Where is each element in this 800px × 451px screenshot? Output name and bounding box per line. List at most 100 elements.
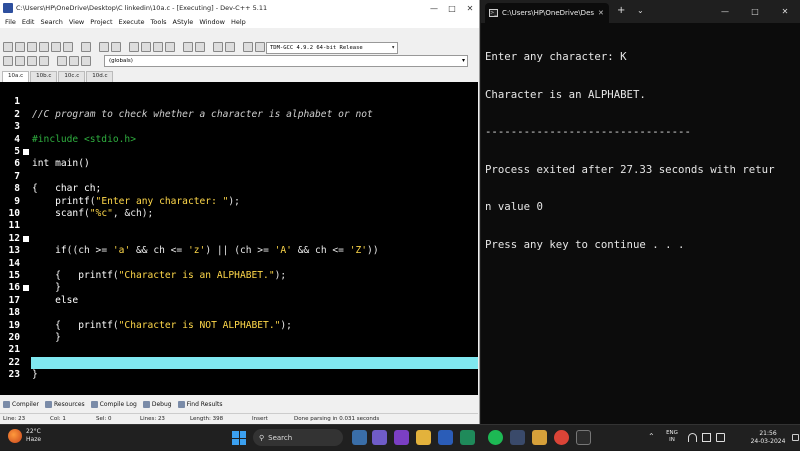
code-line: 22 } <box>0 344 478 380</box>
fold-marker-icon[interactable] <box>23 285 29 292</box>
scope-select[interactable]: (globals) ▾ <box>104 55 468 67</box>
code-editor[interactable]: 1 //C program to check whether a charact… <box>0 82 478 395</box>
weather-icon <box>8 429 22 443</box>
battery-icon[interactable] <box>716 433 725 442</box>
menu-project[interactable]: Project <box>87 18 115 26</box>
weather-temp: 22°C <box>26 428 41 435</box>
chevron-down-icon: ▾ <box>461 57 465 64</box>
profile-icon[interactable] <box>81 56 91 66</box>
run-icon[interactable] <box>15 56 25 66</box>
rebuild-icon[interactable] <box>39 56 49 66</box>
close-all-icon[interactable] <box>63 42 73 52</box>
tab-compiler[interactable]: Compiler <box>3 401 39 408</box>
indent-icon[interactable] <box>183 42 193 52</box>
stop-icon[interactable] <box>69 56 79 66</box>
close-icon[interactable]: ✕ <box>770 0 800 23</box>
compiler-select-value: TDM-GCC 4.9.2 64-bit Release <box>270 45 363 51</box>
compiler-select[interactable]: TDM-GCC 4.9.2 64-bit Release ▾ <box>266 42 398 54</box>
tab-resources[interactable]: Resources <box>45 401 85 408</box>
wifi-icon[interactable] <box>688 433 697 442</box>
devcpp-taskbar-icon[interactable] <box>510 430 525 445</box>
app-icon[interactable] <box>372 430 387 445</box>
close-icon[interactable]: ✕ <box>598 9 604 17</box>
menu-view[interactable]: View <box>66 18 87 26</box>
minimize-icon[interactable]: — <box>425 0 443 16</box>
code-line: 21 return 0; <box>0 332 478 367</box>
weather-widget[interactable]: 22°C Haze <box>8 428 41 444</box>
chevron-up-icon[interactable]: ⌃ <box>648 432 655 441</box>
menu-search[interactable]: Search <box>37 18 65 26</box>
word-icon[interactable] <box>438 430 453 445</box>
compile-icon[interactable] <box>3 56 13 66</box>
new-file-icon[interactable] <box>3 42 13 52</box>
console-line: Press any key to continue . . . <box>485 237 685 251</box>
unindent-icon[interactable] <box>195 42 205 52</box>
chevron-down-icon[interactable]: ⌄ <box>637 6 644 15</box>
compile-toolbar: TDM-GCC 4.9.2 64-bit Release ▾ (globals)… <box>0 42 479 68</box>
fold-marker-icon[interactable] <box>23 149 29 155</box>
redo-icon[interactable] <box>111 42 121 52</box>
maximize-icon[interactable]: □ <box>443 0 461 16</box>
save-all-icon[interactable] <box>39 42 49 52</box>
tab-find-results[interactable]: Find Results <box>177 401 222 408</box>
folder-icon[interactable] <box>532 430 547 445</box>
menu-astyle[interactable]: AStyle <box>170 18 197 26</box>
spotify-icon[interactable] <box>488 430 503 445</box>
plus-icon[interactable]: + <box>617 5 625 16</box>
toggle-bookmark-icon[interactable] <box>213 42 223 52</box>
save-icon[interactable] <box>27 42 37 52</box>
console-line: -------------------------------- <box>485 125 691 138</box>
find-next-icon[interactable] <box>153 42 163 52</box>
compile-run-icon[interactable] <box>27 56 37 66</box>
replace-icon[interactable] <box>141 42 151 52</box>
console-titlebar[interactable]: >_ C:\Users\HP\OneDrive\Deskto ✕ + ⌄ — □… <box>481 0 800 23</box>
speaker-icon[interactable] <box>702 433 711 442</box>
tab-10c[interactable]: 10c.c <box>58 71 86 82</box>
class-browser-icon[interactable] <box>243 42 253 52</box>
project-icon[interactable] <box>255 42 265 52</box>
status-col: Col: 1 <box>50 416 66 422</box>
debug-icon[interactable] <box>57 56 67 66</box>
windows-start-icon[interactable] <box>232 431 246 445</box>
taskbar-search[interactable]: ⚲ Search <box>253 429 343 446</box>
menu-execute[interactable]: Execute <box>116 18 148 26</box>
language-indicator[interactable]: ENG IN <box>662 430 682 444</box>
menu-window[interactable]: Window <box>196 18 228 26</box>
goto-line-icon[interactable] <box>165 42 175 52</box>
devcpp-titlebar[interactable]: C:\Users\HP\OneDrive\Desktop\C linkedin\… <box>0 0 479 16</box>
print-icon[interactable] <box>81 42 91 52</box>
terminal-taskbar-icon[interactable] <box>576 430 591 445</box>
tab-10a[interactable]: 10a.c <box>2 71 30 82</box>
menu-file[interactable]: File <box>2 18 19 26</box>
minimize-icon[interactable]: — <box>710 0 740 23</box>
task-view-icon[interactable] <box>352 430 367 445</box>
clock[interactable]: 21:56 24-03-2024 <box>748 430 788 446</box>
close-icon[interactable]: ✕ <box>461 0 479 16</box>
maximize-icon[interactable]: □ <box>740 0 770 23</box>
goto-bookmark-icon[interactable] <box>225 42 235 52</box>
menu-help[interactable]: Help <box>228 18 249 26</box>
edge-icon[interactable] <box>460 430 475 445</box>
menu-edit[interactable]: Edit <box>19 18 38 26</box>
fold-marker-icon[interactable] <box>23 235 29 242</box>
tab-debug[interactable]: Debug <box>142 401 172 408</box>
menu-tools[interactable]: Tools <box>148 18 170 26</box>
tab-label: Compiler <box>12 401 40 408</box>
tab-compile-log[interactable]: Compile Log <box>90 401 137 408</box>
notification-icon[interactable] <box>792 434 799 441</box>
status-sel: Sel: 0 <box>96 416 112 422</box>
file-explorer-icon[interactable] <box>416 430 431 445</box>
console-output[interactable]: Enter any character: K Character is an A… <box>485 26 797 276</box>
status-label: Length: <box>190 416 211 422</box>
tab-10b[interactable]: 10b.c <box>30 71 58 82</box>
tab-10d[interactable]: 10d.c <box>86 71 114 82</box>
find-icon[interactable] <box>129 42 139 52</box>
open-file-icon[interactable] <box>15 42 25 52</box>
console-tab[interactable]: >_ C:\Users\HP\OneDrive\Deskto ✕ <box>485 3 609 23</box>
close-file-icon[interactable] <box>51 42 61 52</box>
code-line: 17 { <box>0 282 478 331</box>
teams-icon[interactable] <box>394 430 409 445</box>
undo-icon[interactable] <box>99 42 109 52</box>
chrome-icon[interactable] <box>554 430 569 445</box>
status-label: Sel: <box>96 416 107 422</box>
